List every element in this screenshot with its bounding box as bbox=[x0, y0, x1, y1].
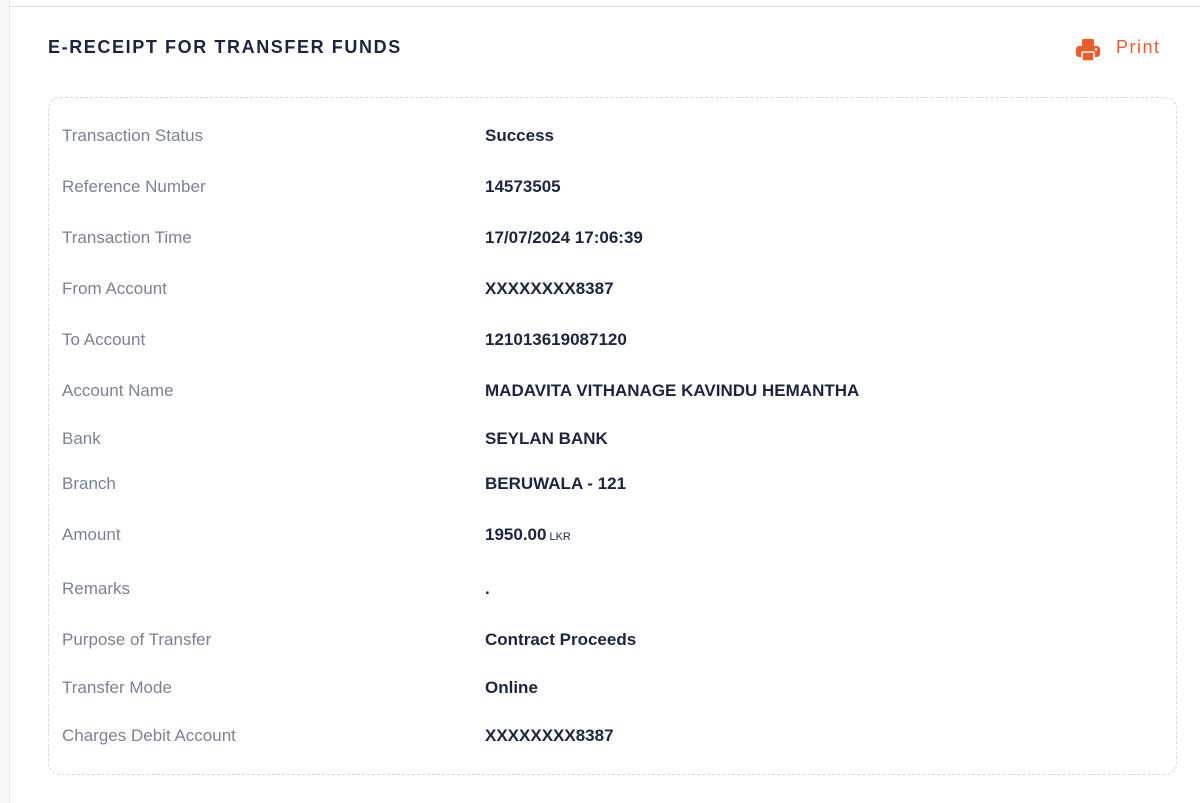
row-purpose-of-transfer: Purpose of Transfer Contract Proceeds bbox=[49, 630, 1176, 654]
bank-value: SEYLAN BANK bbox=[485, 429, 608, 448]
charges-debit-account-label: Charges Debit Account bbox=[62, 726, 236, 745]
branch-label: Branch bbox=[62, 474, 116, 493]
row-amount: Amount 1950.00 LKR bbox=[49, 525, 1176, 549]
print-button[interactable]: Print bbox=[1074, 36, 1161, 64]
bank-label: Bank bbox=[62, 429, 101, 448]
row-account-name: Account Name MADAVITA VITHANAGE KAVINDU … bbox=[49, 381, 1176, 405]
amount-value: 1950.00 bbox=[485, 525, 547, 544]
transaction-status-label: Transaction Status bbox=[62, 126, 204, 145]
row-branch: Branch BERUWALA - 121 bbox=[49, 474, 1176, 498]
print-label[interactable]: Print bbox=[1116, 37, 1161, 58]
charges-debit-account-value: XXXXXXXX8387 bbox=[485, 726, 614, 745]
row-charges-debit-account: Charges Debit Account XXXXXXXX8387 bbox=[49, 726, 1176, 750]
amount-currency: LKR bbox=[549, 531, 571, 543]
from-account-label: From Account bbox=[62, 279, 167, 298]
row-bank: Bank SEYLAN BANK bbox=[49, 429, 1176, 453]
left-edge-divider bbox=[0, 0, 10, 803]
row-from-account: From Account XXXXXXXX8387 bbox=[49, 279, 1176, 303]
account-name-value: MADAVITA VITHANAGE KAVINDU HEMANTHA bbox=[485, 381, 860, 400]
row-transaction-status: Transaction Status Success bbox=[49, 126, 1176, 150]
printer-icon[interactable] bbox=[1074, 36, 1102, 64]
top-edge-divider bbox=[10, 0, 1200, 7]
to-account-label: To Account bbox=[62, 330, 146, 349]
row-transaction-time: Transaction Time 17/07/2024 17:06:39 bbox=[49, 228, 1176, 252]
row-reference-number: Reference Number 14573505 bbox=[49, 177, 1176, 201]
purpose-label: Purpose of Transfer bbox=[62, 630, 212, 649]
amount-label: Amount bbox=[62, 525, 121, 544]
to-account-value: 121013619087120 bbox=[485, 330, 627, 349]
branch-value: BERUWALA - 121 bbox=[485, 474, 627, 493]
row-to-account: To Account 121013619087120 bbox=[49, 330, 1176, 354]
from-account-value: XXXXXXXX8387 bbox=[485, 279, 614, 298]
page-title: E-RECEIPT FOR TRANSFER FUNDS bbox=[48, 37, 402, 57]
purpose-value: Contract Proceeds bbox=[485, 630, 637, 649]
transaction-time-label: Transaction Time bbox=[62, 228, 192, 247]
transfer-mode-value: Online bbox=[485, 678, 538, 697]
transaction-status-value: Success bbox=[485, 126, 554, 145]
remarks-value: . bbox=[485, 579, 490, 598]
receipt-details-box: Transaction Status Success Reference Num… bbox=[48, 97, 1177, 775]
account-name-label: Account Name bbox=[62, 381, 174, 400]
row-remarks: Remarks . bbox=[49, 579, 1176, 603]
receipt-page: E-RECEIPT FOR TRANSFER FUNDS Print Trans… bbox=[0, 0, 1200, 803]
reference-number-label: Reference Number bbox=[62, 177, 206, 196]
remarks-label: Remarks bbox=[62, 579, 131, 598]
transaction-time-value: 17/07/2024 17:06:39 bbox=[485, 228, 643, 247]
reference-number-value: 14573505 bbox=[485, 177, 561, 196]
transfer-mode-label: Transfer Mode bbox=[62, 678, 172, 697]
row-transfer-mode: Transfer Mode Online bbox=[49, 678, 1176, 702]
amount-value-wrapper: 1950.00 LKR bbox=[485, 525, 571, 545]
